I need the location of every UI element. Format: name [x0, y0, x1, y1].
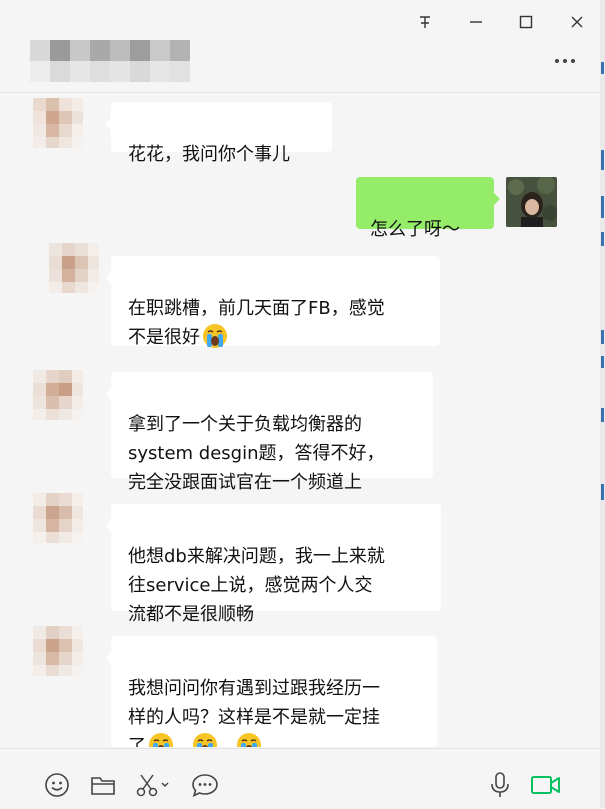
message-text: 在职跳槽，前几天面了FB，感觉 不是很好 [128, 298, 385, 348]
message-bubble: 他想db来解决问题，我一上来就 往service上说，感觉两个人交 流都不是很顺… [105, 504, 441, 625]
folder-icon[interactable] [88, 771, 118, 799]
message-bubble: 拿到了一个关于负载均衡器的 system desgin题，答得不好， 完全没跟面… [105, 372, 433, 493]
video-call-icon[interactable] [528, 771, 564, 799]
message-bubble: 在职跳槽，前几天面了FB，感觉 不是很好 [105, 256, 440, 349]
message-bubble: 花花，我问你个事儿 [105, 102, 332, 165]
maximize-icon[interactable] [511, 10, 541, 34]
contact-avatar[interactable] [33, 98, 83, 148]
contact-avatar[interactable] [33, 370, 83, 420]
chat-bubble-icon[interactable] [190, 771, 220, 799]
my-avatar[interactable] [506, 177, 557, 227]
loudly-crying-face-emoji [202, 323, 228, 349]
minimize-icon[interactable] [461, 10, 491, 34]
contact-name-pixelated [30, 40, 194, 82]
my-message-bubble: 怎么了呀～ [356, 177, 500, 240]
message-text: 他想db来解决问题，我一上来就 往service上说，感觉两个人交 流都不是很顺… [128, 546, 385, 625]
contact-avatar[interactable] [49, 243, 99, 293]
chat-window: 花花，我问你个事儿 怎么了呀～ 在职跳槽，前几天面了FB，感觉 不是很好 拿到了… [0, 0, 601, 809]
message-list: 花花，我问你个事儿 怎么了呀～ 在职跳槽，前几天面了FB，感觉 不是很好 拿到了… [0, 93, 600, 747]
close-icon[interactable] [562, 10, 592, 34]
title-bar [0, 0, 600, 93]
contact-avatar[interactable] [33, 626, 83, 676]
message-text: 拿到了一个关于负载均衡器的 system desgin题，答得不好， 完全没跟面… [128, 414, 385, 493]
microphone-icon[interactable] [485, 771, 515, 799]
emoji-icon[interactable] [42, 771, 72, 799]
loudly-crying-face-emoji [148, 732, 174, 747]
loudly-crying-face-emoji [192, 732, 218, 747]
pin-icon[interactable] [410, 10, 440, 34]
contact-avatar[interactable] [33, 493, 83, 543]
message-bubble: 我想问问你有遇到过跟我经历一 样的人吗？这样是不是就一定挂 了 [105, 636, 437, 747]
message-text: 花花，我问你个事儿 [128, 144, 290, 165]
scissors-icon[interactable] [133, 771, 173, 799]
input-toolbar [0, 748, 600, 809]
loudly-crying-face-emoji [236, 732, 262, 747]
more-dots-icon[interactable] [548, 50, 582, 72]
message-text: 怎么了呀～ [370, 219, 460, 240]
background-window-edge [600, 0, 605, 808]
